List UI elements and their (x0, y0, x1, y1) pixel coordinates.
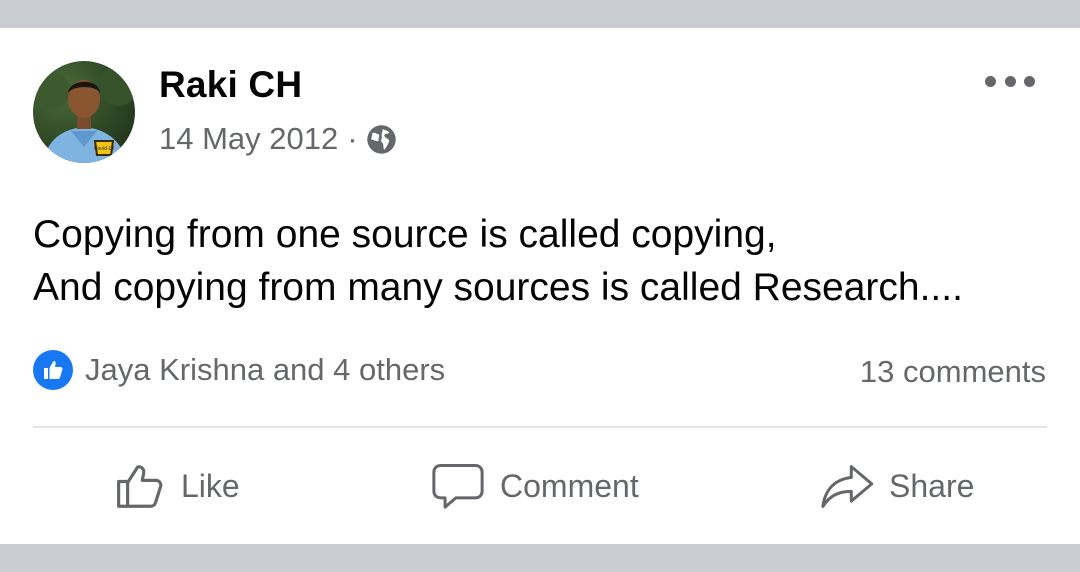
avatar[interactable]: Covid-19 (33, 61, 135, 163)
author-name[interactable]: Raki CH (159, 64, 302, 106)
avatar-badge-text: Covid-19 (94, 146, 114, 152)
more-dot (1024, 75, 1035, 87)
avatar-photo: Covid-19 (35, 66, 135, 163)
share-label: Share (889, 467, 975, 504)
comment-button[interactable]: Comment (430, 456, 639, 516)
post-text: Copying from one source is called copyin… (33, 208, 963, 314)
reactors-text: Jaya Krishna and 4 others (85, 352, 446, 387)
post-meta: 14 May 2012 · (159, 121, 397, 157)
meta-separator: · (347, 121, 358, 156)
comments-count[interactable]: 13 comments (860, 354, 1046, 390)
reactions-summary[interactable]: Jaya Krishna and 4 others (33, 350, 445, 390)
more-options-icon[interactable] (985, 68, 1035, 94)
like-label: Like (181, 467, 240, 504)
speech-bubble-icon (432, 464, 484, 509)
divider (33, 426, 1047, 428)
like-reaction-icon (33, 350, 73, 390)
share-arrow-icon (821, 465, 874, 508)
post-text-line: And copying from many sources is called … (33, 266, 963, 309)
more-dot (1004, 75, 1016, 87)
thumbs-up-icon (117, 465, 163, 508)
more-dot (985, 75, 996, 87)
post-text-line: Copying from one source is called copyin… (33, 213, 777, 256)
like-button[interactable]: Like (113, 456, 240, 516)
share-button[interactable]: Share (819, 456, 974, 516)
comment-label: Comment (500, 467, 639, 504)
post-date[interactable]: 14 May 2012 (159, 121, 338, 157)
post-card: Covid-19 Raki CH 14 May 2012 · Copying f… (0, 28, 1080, 544)
globe-icon (366, 124, 397, 155)
